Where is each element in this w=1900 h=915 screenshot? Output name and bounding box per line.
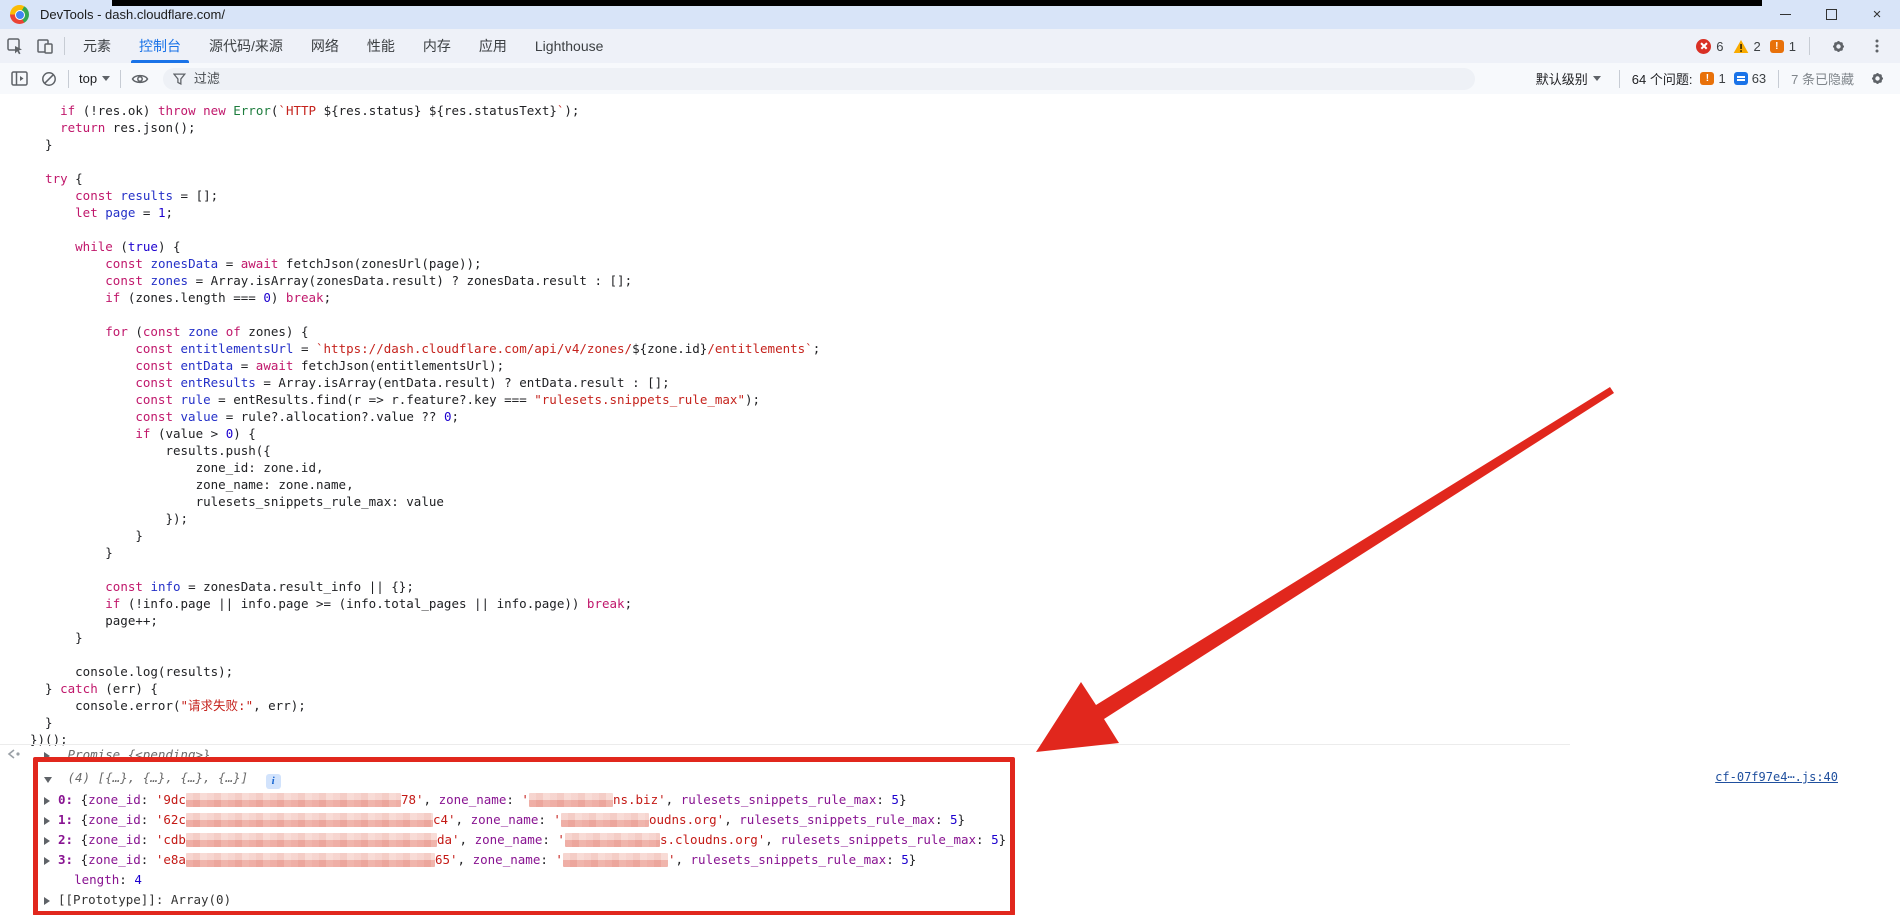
filter-input[interactable] [192, 70, 1465, 87]
chevron-down-icon [102, 76, 110, 81]
devtools-tab[interactable]: 应用 [465, 29, 521, 63]
log-level-label: 默认级别 [1536, 69, 1588, 88]
message-badge-icon [1734, 72, 1748, 85]
redacted-blur [186, 853, 435, 867]
promise-pending-value: Promise {<pending>} [68, 747, 211, 762]
array-log-row: (4) [{…}, {…}, {…}, {…}] i [44, 770, 281, 790]
console-filter-box[interactable] [163, 68, 1475, 90]
background-strip [112, 0, 1762, 6]
devtools-window: DevTools - dash.cloudflare.com/ × 元素控制台源… [0, 0, 1900, 915]
expand-triangle-icon[interactable] [44, 817, 50, 825]
warning-count: 2 [1754, 39, 1761, 54]
restore-icon [1826, 9, 1837, 20]
console-warnings-icon[interactable] [1733, 39, 1749, 54]
source-location-link[interactable]: cf-07f97e4⋯.js:40 [1715, 770, 1838, 784]
redacted-blur [186, 793, 401, 807]
redacted-blur [186, 813, 433, 827]
issues-count-label[interactable]: 64 个问题: [1632, 69, 1693, 88]
minimize-button[interactable] [1762, 0, 1808, 29]
devtools-tab[interactable]: 网络 [297, 29, 353, 63]
hidden-messages-label: 7 条已隐藏 [1791, 69, 1854, 88]
devtools-tabbar: 元素控制台源代码/来源网络性能内存应用Lighthouse 6 2 ! 1 [0, 29, 1900, 64]
expand-triangle-icon[interactable] [44, 857, 50, 865]
returned-value-row: Promise {<pending>} [0, 744, 1570, 764]
info-icon[interactable]: i [266, 774, 281, 789]
array-preview-text: (4) [{…}, {…}, {…}, {…}] [68, 770, 249, 785]
devtools-tab[interactable]: 元素 [69, 29, 125, 63]
issue-count: 1 [1789, 39, 1796, 54]
redacted-blur [186, 833, 437, 847]
devtools-tab[interactable]: 性能 [353, 29, 409, 63]
close-button[interactable]: × [1854, 0, 1900, 29]
settings-gear-icon[interactable] [1823, 33, 1853, 59]
array-item-row: 0: {zone_id: '9dc78', zone_name: 'ns.biz… [44, 792, 1006, 812]
devtools-tab[interactable]: 控制台 [125, 29, 195, 63]
array-prototype-row: [[Prototype]]: Array(0) [44, 892, 1006, 912]
minimize-icon [1780, 14, 1791, 15]
restore-button[interactable] [1808, 0, 1854, 29]
chrome-icon [10, 5, 29, 24]
error-count: 6 [1716, 39, 1723, 54]
console-toolbar: top 默认级别 64 个问题: ! 1 63 7 条已隐藏 [0, 63, 1900, 95]
console-settings-gear-icon[interactable] [1862, 66, 1892, 92]
console-errors-icon[interactable] [1696, 39, 1711, 54]
array-item-row: 3: {zone_id: 'e8a65', zone_name: '', rul… [44, 852, 1006, 872]
message-badge-count: 63 [1752, 71, 1766, 86]
collapse-triangle-icon[interactable] [44, 777, 52, 783]
issues-icon[interactable]: ! [1770, 40, 1784, 53]
inspect-element-button[interactable] [0, 33, 30, 59]
devtools-tab[interactable]: Lighthouse [521, 29, 618, 63]
context-selector[interactable]: top [73, 71, 116, 86]
devtools-tab[interactable]: 内存 [409, 29, 465, 63]
redacted-blur [565, 833, 660, 847]
live-expression-eye-icon[interactable] [125, 66, 155, 92]
device-toolbar-button[interactable] [30, 33, 60, 59]
filter-funnel-icon [173, 73, 186, 85]
issue-badge-icon: ! [1700, 72, 1714, 85]
console-input-code: if (!res.ok) throw new Error(`HTTP ${res… [30, 102, 820, 748]
redacted-blur [529, 793, 613, 807]
array-item-row: 1: {zone_id: '62cc4', zone_name: 'oudns.… [44, 812, 1006, 832]
expand-triangle-icon[interactable] [44, 837, 50, 845]
expand-triangle-icon[interactable] [44, 897, 50, 905]
log-level-selector[interactable]: 默认级别 [1530, 69, 1607, 88]
expand-triangle-icon[interactable] [44, 797, 50, 805]
redacted-blur [561, 813, 649, 827]
array-item-row: 2: {zone_id: 'cdbda', zone_name: 's.clou… [44, 832, 1006, 852]
chevron-down-icon [1593, 76, 1601, 81]
close-icon: × [1873, 7, 1882, 22]
array-length-row: length: 4 [44, 872, 1006, 892]
array-expanded-rows: 0: {zone_id: '9dc78', zone_name: 'ns.biz… [44, 792, 1006, 912]
clear-console-icon[interactable] [34, 66, 64, 92]
more-options-icon[interactable] [1862, 33, 1892, 59]
console-sidebar-toggle-icon[interactable] [4, 66, 34, 92]
return-value-arrow-icon [6, 748, 22, 760]
context-selector-label: top [79, 71, 97, 86]
console-messages-area: if (!res.ok) throw new Error(`HTTP ${res… [0, 94, 1900, 915]
issue-badge-count: 1 [1718, 71, 1725, 86]
tab-strip: 元素控制台源代码/来源网络性能内存应用Lighthouse [69, 29, 617, 63]
redacted-blur [563, 853, 668, 867]
expand-triangle-icon[interactable] [44, 752, 50, 760]
devtools-tab[interactable]: 源代码/来源 [195, 29, 297, 63]
